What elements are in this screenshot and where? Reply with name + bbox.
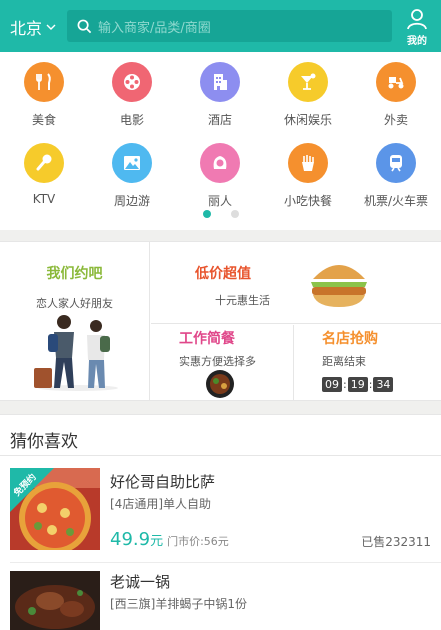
section-title: 猜你喜欢	[0, 414, 441, 456]
price-value: 49.9	[110, 529, 151, 550]
category-travel[interactable]: 周边游	[88, 143, 176, 209]
promo-work-meal[interactable]: 工作简餐 实惠方便选择多	[151, 325, 294, 400]
countdown-separator: :	[368, 378, 373, 391]
category-movie[interactable]: 电影	[88, 62, 176, 128]
train-icon	[376, 143, 416, 183]
countdown-timer: 09 : 19 : 34	[322, 377, 394, 392]
mine-button[interactable]: 我的	[403, 8, 431, 47]
page-dot-active[interactable]	[202, 210, 211, 218]
category-hotel[interactable]: 酒店	[176, 62, 264, 128]
sold-count: 已售232311	[361, 535, 431, 549]
top-bar: 北京 输入商家/品类/商圈 我的	[0, 0, 441, 52]
promo-subtitle: 实惠方便选择多	[179, 355, 256, 368]
recommend-list: 免预约 好伦哥自助比萨 [4店通用]单人自助 49.9元 门市价:56元 已售23…	[0, 456, 441, 630]
fries-icon	[288, 143, 328, 183]
countdown-seconds: 34	[373, 377, 394, 392]
cocktail-icon	[288, 62, 328, 102]
list-item[interactable]: 老诚一锅 [西三旗]羊排蝎子中锅1份	[0, 568, 441, 630]
category-label: 机票/火车票	[363, 194, 429, 208]
woman-icon	[200, 143, 240, 183]
list-item[interactable]: 免预约 好伦哥自助比萨 [4店通用]单人自助 49.9元 门市价:56元 已售23…	[0, 456, 441, 568]
promo-bargain[interactable]: 低价超值 十元惠生活	[151, 242, 441, 324]
divider	[10, 562, 441, 563]
category-label: 小吃快餐	[283, 194, 332, 208]
category-leisure[interactable]: 休闲娱乐	[264, 62, 352, 128]
promo-block: 我们约吧 恋人家人好朋友 低价超值 十元惠生活 工作简餐 实惠方便选择多 名店抢…	[0, 241, 441, 401]
page-indicator	[0, 210, 441, 218]
category-food[interactable]: 美食	[0, 62, 88, 128]
category-label: 美食	[31, 113, 56, 127]
category-label: 外卖	[383, 113, 408, 127]
item-name: 好伦哥自助比萨	[110, 473, 216, 491]
city-selector[interactable]: 北京	[10, 15, 56, 39]
page: 北京 输入商家/品类/商圈 我的 美食 电影 酒店 休闲娱乐 外卖 KTV 周边…	[0, 0, 441, 630]
category-beauty[interactable]: 丽人	[176, 143, 264, 209]
meal-bowl-image	[206, 370, 234, 398]
promo-flash-sale[interactable]: 名店抢购 距离结束 09 : 19 : 34	[295, 325, 441, 400]
item-desc: [西三旗]羊排蝎子中锅1份	[110, 597, 247, 611]
category-snack[interactable]: 小吃快餐	[264, 143, 352, 209]
film-reel-icon	[112, 62, 152, 102]
category-label: 休闲娱乐	[283, 113, 332, 127]
category-label: 丽人	[207, 194, 232, 208]
category-label: 周边游	[113, 194, 150, 208]
category-tickets[interactable]: 机票/火车票	[352, 143, 440, 209]
item-name: 老诚一锅	[110, 573, 171, 591]
category-label: 酒店	[207, 113, 232, 127]
category-label: KTV	[32, 192, 56, 206]
countdown-minutes: 19	[347, 377, 368, 392]
promo-title: 低价超值	[195, 266, 251, 282]
countdown-hours: 09	[322, 377, 342, 392]
user-icon	[407, 9, 427, 30]
hotpot-image	[10, 571, 100, 630]
fork-knife-icon	[24, 62, 64, 102]
page-dot[interactable]	[230, 210, 239, 218]
microphone-icon	[24, 143, 64, 183]
promo-subtitle: 距离结束	[322, 355, 366, 368]
building-icon	[200, 62, 240, 102]
mine-label: 我的	[407, 36, 427, 47]
countdown-separator: :	[343, 378, 347, 391]
promo-title: 我们约吧	[46, 266, 103, 282]
promo-title: 名店抢购	[322, 331, 378, 347]
scooter-icon	[376, 62, 416, 102]
promo-subtitle: 恋人家人好朋友	[36, 297, 113, 310]
city-label: 北京	[10, 19, 43, 38]
mountain-icon	[112, 143, 152, 183]
couple-image	[34, 315, 118, 391]
hotpot-thumbnail	[10, 571, 100, 630]
original-price: 门市价:56元	[167, 535, 229, 548]
item-price: 49.9元 门市价:56元	[110, 529, 229, 550]
category-ktv[interactable]: KTV	[0, 143, 88, 206]
promo-subtitle: 十元惠生活	[215, 294, 270, 307]
category-grid: 美食 电影 酒店 休闲娱乐 外卖 KTV 周边游 丽人 小吃快餐 机票/火车票	[0, 52, 441, 230]
category-label: 电影	[119, 113, 144, 127]
search-placeholder: 输入商家/品类/商圈	[98, 20, 211, 36]
burger-image	[311, 265, 367, 307]
search-input[interactable]: 输入商家/品类/商圈	[67, 10, 392, 42]
category-takeout[interactable]: 外卖	[352, 62, 440, 128]
pizza-thumbnail: 免预约	[10, 468, 100, 550]
promo-title: 工作简餐	[179, 331, 235, 347]
price-unit: 元	[150, 534, 164, 549]
chevron-down-icon	[46, 24, 56, 30]
promo-dating[interactable]: 我们约吧 恋人家人好朋友	[0, 242, 150, 400]
search-icon	[77, 19, 92, 33]
item-desc: [4店通用]单人自助	[110, 497, 211, 511]
